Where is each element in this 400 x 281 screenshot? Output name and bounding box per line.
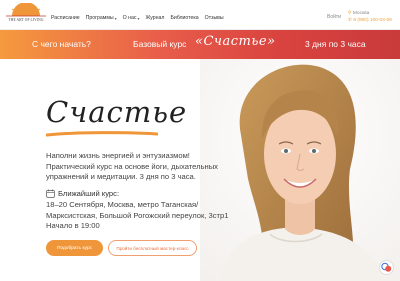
chevron-down-icon: ▾ xyxy=(114,15,117,21)
banner-course-type: Базовый курс xyxy=(133,39,187,49)
chat-icon xyxy=(381,262,392,272)
next-course-label: Ближайший курс: xyxy=(58,189,120,198)
banner-course-name: «Счастье» xyxy=(195,34,276,49)
hero-title: Счастье xyxy=(46,95,188,129)
logo[interactable]: THE ART OF LIVING xyxy=(4,3,48,25)
login-link[interactable]: Войти xyxy=(327,14,341,20)
hero-description: Наполни жизнь энергией и энтузиазмом! Пр… xyxy=(46,151,218,181)
next-course-dates: 18–20 Сентября, Москва, метро Таганская/ xyxy=(46,200,199,209)
city-selector[interactable]: ⚲ Москва xyxy=(348,10,392,17)
choose-course-button[interactable]: Подобрать курс xyxy=(46,240,103,256)
phone-link[interactable]: ✆ 8 (800) 100-03-09 xyxy=(348,17,392,24)
sun-logo-icon xyxy=(6,3,46,17)
main-nav: Расписание Программы ▾ О нас ▾ Журнал Библ… xyxy=(51,15,230,21)
chat-widget-button[interactable] xyxy=(379,260,394,275)
next-course-heading: Ближайший курс: xyxy=(46,189,246,198)
phone-icon: ✆ xyxy=(348,18,353,23)
nav-item-about[interactable]: О нас ▾ xyxy=(123,15,140,21)
location-pin-icon: ⚲ xyxy=(348,11,352,16)
nav-item-reviews[interactable]: Отзывы xyxy=(205,15,224,21)
banner-duration: 3 дня по 3 часа xyxy=(305,39,366,49)
hero-section: Счастье Наполни жизнь энергией и энтузиа… xyxy=(0,59,400,281)
next-course-address: Марксистская, Большой Рогожский переулок… xyxy=(46,210,229,220)
title-underline-stroke xyxy=(46,131,158,137)
logo-text: THE ART OF LIVING xyxy=(8,18,44,22)
contact-info: ⚲ Москва ✆ 8 (800) 100-03-09 xyxy=(348,10,392,24)
nav-item-library[interactable]: Библиотека xyxy=(170,15,198,21)
chevron-down-icon: ▾ xyxy=(137,15,140,21)
free-masterclass-button[interactable]: Пройти бесплатный мастер-класс xyxy=(108,240,197,256)
next-course-info: Ближайший курс: 18–20 Сентября, Москва, … xyxy=(46,189,246,232)
next-course-time: Начало в 19:00 xyxy=(46,221,100,230)
nav-item-schedule[interactable]: Расписание xyxy=(51,15,80,21)
banner-where-to-start[interactable]: С чего начать? xyxy=(32,39,91,49)
site-header: THE ART OF LIVING Расписание Программы ▾ … xyxy=(0,0,400,30)
course-banner: С чего начать? Базовый курс «Счастье» 3 … xyxy=(0,30,400,59)
nav-item-programs[interactable]: Программы ▾ xyxy=(86,15,117,21)
next-course-details: 18–20 Сентября, Москва, метро Таганская/… xyxy=(46,200,246,232)
nav-item-journal[interactable]: Журнал xyxy=(146,15,165,21)
calendar-icon xyxy=(46,189,55,198)
